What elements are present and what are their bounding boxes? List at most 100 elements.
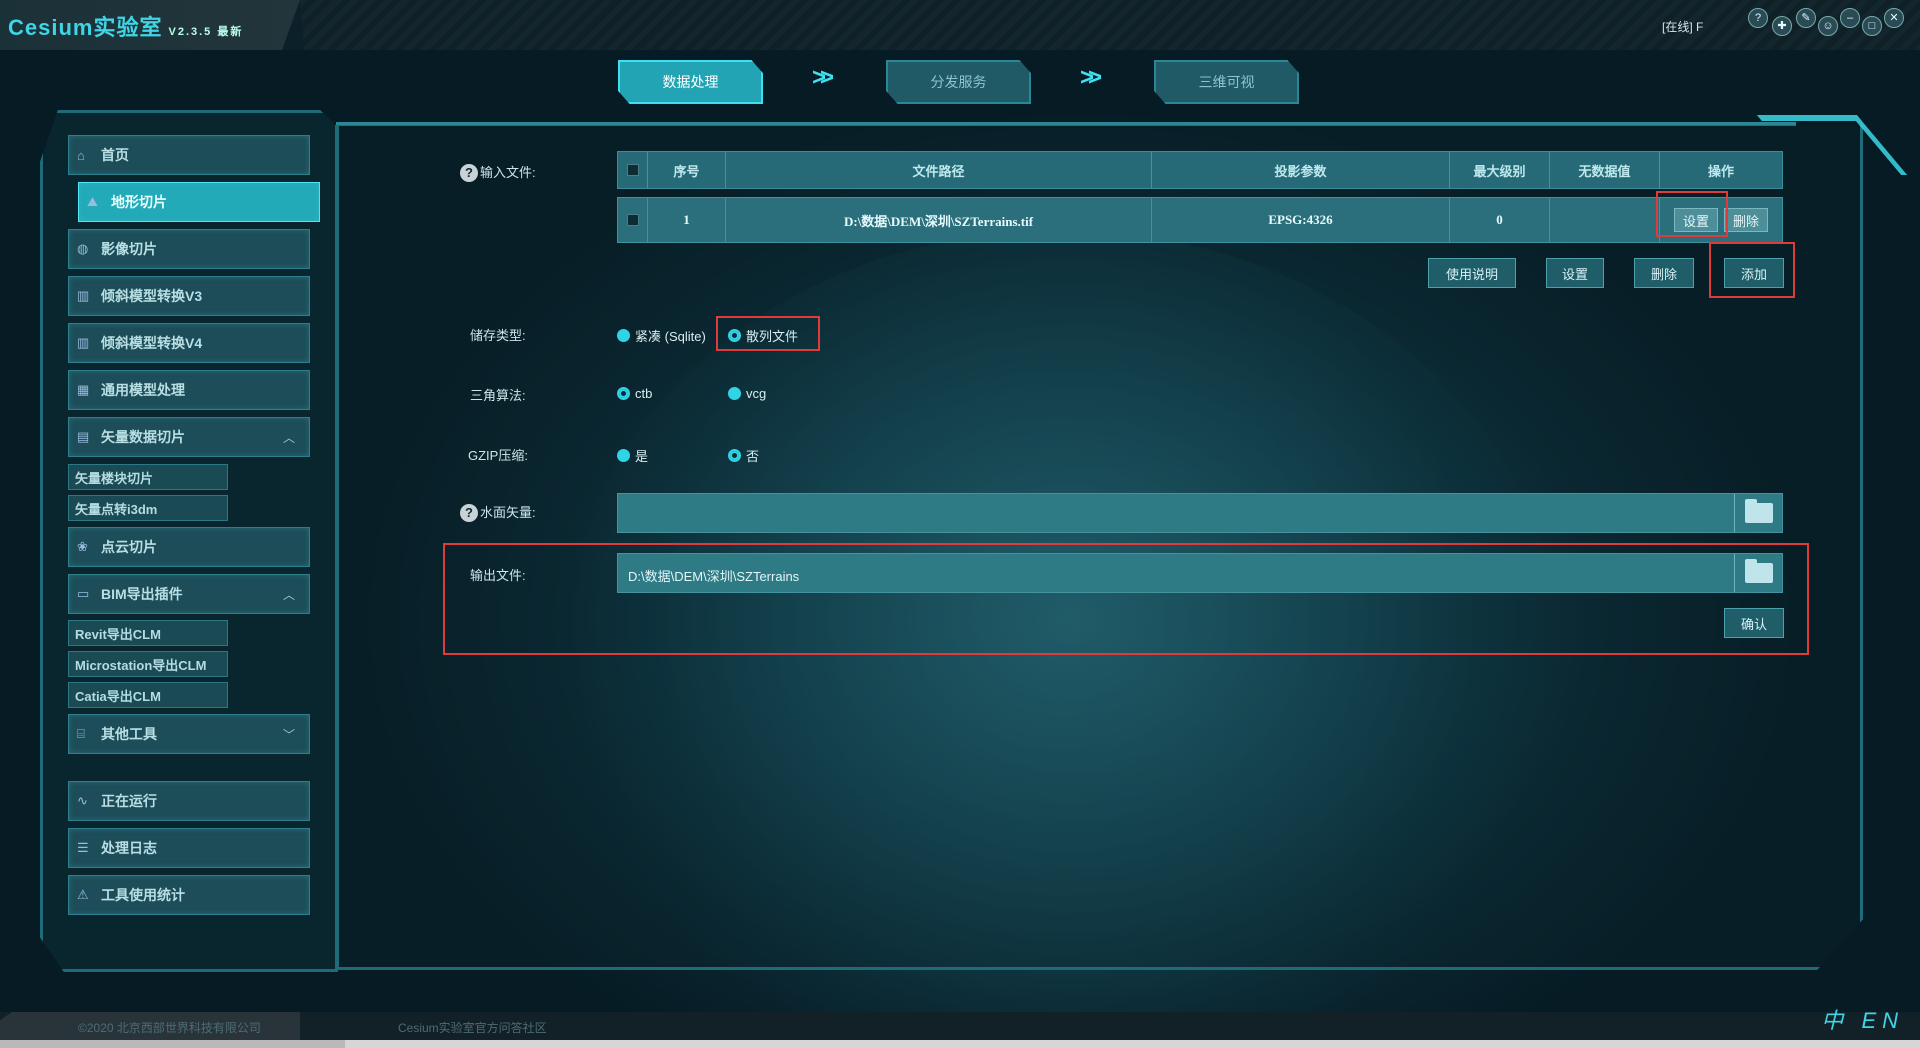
browse-water-button[interactable]	[1734, 494, 1782, 532]
title-bar: Cesium实验室 V2.3.5 最新 [在线] F ? ✚ ✎ ☺ – □ ✕	[0, 0, 1920, 50]
help-icon[interactable]: ?	[460, 164, 478, 182]
sidebar-subitem-microstation[interactable]: Microstation导出CLM	[68, 651, 228, 677]
row-index: 1	[648, 198, 726, 242]
taskbar	[0, 1040, 1920, 1048]
taskbar-left	[0, 1040, 345, 1048]
pulse-icon: ∿	[77, 793, 88, 808]
sidebar-item-label: 地形切片	[111, 194, 167, 210]
app-title-text: Cesium实验室	[8, 15, 163, 40]
sidebar-item-label: 矢量楼块切片	[75, 470, 154, 486]
select-all-cell	[618, 152, 648, 188]
sidebar-item-label: 点云切片	[101, 539, 157, 555]
sidebar-item-model-processing[interactable]: ▦ 通用模型处理	[68, 370, 310, 410]
copyright-text: ©2020 北京西部世界科技有限公司	[78, 1021, 261, 1035]
step-distribution[interactable]: 分发服务	[886, 60, 1031, 104]
sidebar-item-home[interactable]: ⌂ 首页	[68, 135, 310, 175]
tools-icon[interactable]: ✎	[1796, 8, 1816, 28]
highlight-box	[1656, 191, 1728, 237]
sidebar-item-imagery-tiling[interactable]: ◍ 影像切片	[68, 229, 310, 269]
sidebar-item-other-tools[interactable]: ⌸ 其他工具 ﹀	[68, 714, 310, 754]
gzip-option-no[interactable]: 否	[728, 446, 759, 465]
sidebar-item-label: 矢量点转i3dm	[75, 501, 158, 517]
storage-option-compact[interactable]: 紧凑 (Sqlite)	[617, 326, 706, 345]
step-label: 数据处理	[662, 74, 719, 90]
gzip-label: GZIP压缩:	[468, 448, 528, 463]
stats-icon: ⚠	[77, 887, 89, 902]
water-vector-field[interactable]	[617, 493, 1783, 533]
lang-en-button[interactable]: EN	[1861, 1008, 1904, 1033]
settings-button[interactable]: 设置	[1546, 258, 1604, 288]
table-row[interactable]: 1 D:\数据\DEM\深圳\SZTerrains.tif EPSG:4326 …	[617, 197, 1783, 243]
sidebar-item-terrain-tiling[interactable]: ⛰ 地形切片	[78, 182, 320, 222]
maximize-icon[interactable]: □	[1862, 16, 1882, 36]
column-header: 投影参数	[1152, 152, 1450, 188]
triangle-option-vcg[interactable]: vcg	[728, 386, 766, 401]
input-file-table: 序号 文件路径 投影参数 最大级别 无数据值 操作 1 D:\数据\DEM\深圳…	[617, 151, 1783, 243]
sidebar-item-running[interactable]: ∿ 正在运行	[68, 781, 310, 821]
sidebar-item-label: Catia导出CLM	[75, 688, 161, 704]
user-icon[interactable]: ☺	[1818, 16, 1838, 36]
sidebar-item-usage-stats[interactable]: ⚠ 工具使用统计	[68, 875, 310, 915]
sidebar-subitem-catia[interactable]: Catia导出CLM	[68, 682, 228, 708]
storage-type-label: 储存类型:	[470, 328, 526, 343]
folder-icon	[1744, 499, 1773, 523]
building-icon: ▥	[77, 335, 90, 350]
gzip-option-yes[interactable]: 是	[617, 446, 648, 465]
radio-label: 紧凑 (Sqlite)	[635, 329, 706, 344]
sidebar-item-label: Microstation导出CLM	[75, 657, 207, 673]
triangle-option-ctb[interactable]: ctb	[617, 386, 652, 401]
sidebar-item-label: BIM导出插件	[101, 586, 183, 602]
minimize-icon[interactable]: –	[1840, 8, 1860, 28]
step-3d-visual[interactable]: 三维可视	[1154, 60, 1299, 104]
help-icon[interactable]: ?	[460, 504, 478, 522]
globe-icon: ◍	[77, 241, 89, 256]
toolbox-icon: ⌸	[77, 726, 85, 741]
bim-icon: ▭	[77, 586, 90, 601]
column-header: 无数据值	[1550, 152, 1660, 188]
community-link[interactable]: Cesium实验室官方问答社区	[398, 1019, 547, 1036]
chevron-up-icon: ︿	[282, 587, 295, 602]
settings-icon[interactable]: ✚	[1772, 16, 1792, 36]
app-window: Cesium实验室 V2.3.5 最新 [在线] F ? ✚ ✎ ☺ – □ ✕ …	[0, 0, 1920, 1048]
sidebar-subitem-vector-point[interactable]: 矢量点转i3dm	[68, 495, 228, 521]
input-file-label-text: 输入文件:	[480, 165, 536, 180]
close-icon[interactable]: ✕	[1884, 8, 1904, 28]
app-title: Cesium实验室 V2.3.5 最新	[8, 10, 243, 42]
input-file-label: ? 输入文件:	[460, 162, 536, 182]
select-all-checkbox[interactable]	[626, 164, 639, 176]
radio-label: vcg	[746, 386, 767, 401]
radio-icon	[617, 329, 630, 342]
water-vector-label: ? 水面矢量:	[460, 502, 536, 522]
row-checkbox-cell	[618, 198, 648, 242]
highlight-box	[1709, 242, 1795, 298]
version-text: V2.3.5	[168, 26, 213, 38]
sidebar-item-label: 工具使用统计	[101, 887, 185, 903]
delete-button[interactable]: 删除	[1634, 258, 1694, 288]
row-checkbox[interactable]	[626, 214, 639, 226]
radio-label: ctb	[635, 386, 653, 401]
row-delete-button[interactable]: 删除	[1724, 208, 1769, 232]
row-projection: EPSG:4326	[1152, 198, 1450, 242]
app-version: V2.3.5 最新	[168, 26, 243, 38]
sidebar-subitem-vector-building[interactable]: 矢量楼块切片	[68, 464, 228, 490]
vector-icon: ▤	[77, 429, 90, 444]
radio-label: 是	[635, 449, 649, 464]
sidebar-item-pointcloud[interactable]: ❀ 点云切片	[68, 527, 310, 567]
usage-help-button[interactable]: 使用说明	[1428, 258, 1516, 288]
highlight-box	[443, 543, 1809, 655]
sidebar-item-label: 正在运行	[101, 793, 157, 809]
water-vector-label-text: 水面矢量:	[480, 505, 536, 520]
step-data-processing[interactable]: 数据处理	[618, 60, 763, 104]
lang-zh-button[interactable]: 中	[1821, 1008, 1849, 1033]
sidebar-item-vector-tiling[interactable]: ▤ 矢量数据切片 ︿	[68, 417, 310, 457]
sidebar-item-logs[interactable]: ☰ 处理日志	[68, 828, 310, 868]
sidebar-item-label: 矢量数据切片	[101, 429, 185, 445]
sidebar-item-oblique-v4[interactable]: ▥ 倾斜模型转换V4	[68, 323, 310, 363]
sidebar-item-oblique-v3[interactable]: ▥ 倾斜模型转换V3	[68, 276, 310, 316]
version-badge: 最新	[217, 26, 244, 38]
column-header: 文件路径	[726, 152, 1152, 188]
sidebar-item-bim-plugin[interactable]: ▭ BIM导出插件 ︿	[68, 574, 310, 614]
help-icon[interactable]: ?	[1748, 8, 1768, 28]
pointcloud-icon: ❀	[77, 539, 88, 554]
sidebar-subitem-revit[interactable]: Revit导出CLM	[68, 620, 228, 646]
